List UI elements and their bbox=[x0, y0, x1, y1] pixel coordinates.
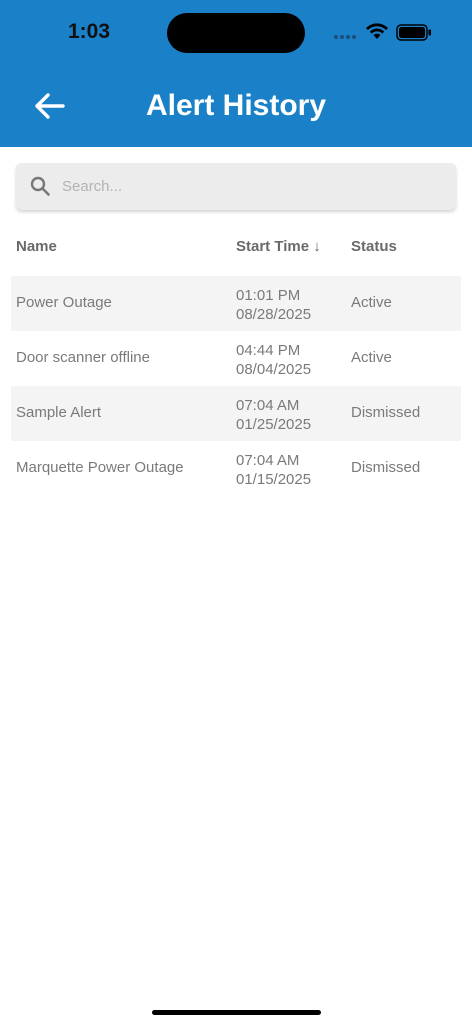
search-icon bbox=[30, 176, 50, 196]
alert-start-time: 07:04 AM 01/25/2025 bbox=[236, 396, 311, 434]
search-input[interactable] bbox=[62, 163, 442, 210]
wifi-icon bbox=[366, 23, 388, 39]
alert-date: 08/04/2025 bbox=[236, 361, 312, 378]
alert-status: Dismissed bbox=[351, 459, 421, 476]
alert-date: 01/15/2025 bbox=[236, 471, 312, 488]
column-header-status[interactable]: Status bbox=[351, 238, 397, 255]
alert-start-time: 01:01 PM 08/28/2025 bbox=[236, 286, 311, 324]
alert-date: 01/25/2025 bbox=[236, 416, 312, 433]
alert-time: 01:01 PM bbox=[236, 287, 301, 304]
alert-name: Sample Alert bbox=[16, 404, 102, 421]
home-indicator[interactable] bbox=[152, 1010, 321, 1015]
alert-status: Dismissed bbox=[351, 404, 421, 421]
alert-name: Door scanner offline bbox=[16, 349, 150, 366]
column-header-name[interactable]: Name bbox=[16, 238, 57, 255]
alert-time: 07:04 AM bbox=[236, 397, 300, 414]
table-row[interactable]: Sample Alert 07:04 AM 01/25/2025 Dismiss… bbox=[11, 386, 461, 441]
search-box[interactable] bbox=[16, 163, 456, 210]
alert-date: 08/28/2025 bbox=[236, 306, 312, 323]
alert-start-time: 07:04 AM 01/15/2025 bbox=[236, 451, 311, 489]
alert-history-screen: 1:03 Alert History Name Start Time bbox=[0, 0, 472, 1024]
battery-icon bbox=[396, 24, 431, 41]
table-row[interactable]: Door scanner offline 04:44 PM 08/04/2025… bbox=[11, 331, 461, 386]
alert-time: 07:04 AM bbox=[236, 452, 300, 469]
app-header: 1:03 Alert History bbox=[0, 0, 472, 147]
alert-status: Active bbox=[351, 349, 392, 366]
alert-time: 04:44 PM bbox=[236, 342, 301, 359]
column-header-start-time[interactable]: Start Time ↓ bbox=[236, 238, 321, 255]
table-row[interactable]: Marquette Power Outage 07:04 AM 01/15/20… bbox=[11, 441, 461, 496]
alert-name: Power Outage bbox=[16, 294, 112, 311]
status-time: 1:03 bbox=[68, 20, 111, 43]
dynamic-island bbox=[167, 13, 305, 53]
signal-icon bbox=[334, 35, 356, 39]
alert-name: Marquette Power Outage bbox=[16, 459, 184, 476]
alert-status: Active bbox=[351, 294, 392, 311]
table-row[interactable]: Power Outage 01:01 PM 08/28/2025 Active bbox=[11, 276, 461, 331]
page-title: Alert History bbox=[145, 89, 327, 122]
alert-start-time: 04:44 PM 08/04/2025 bbox=[236, 341, 311, 379]
